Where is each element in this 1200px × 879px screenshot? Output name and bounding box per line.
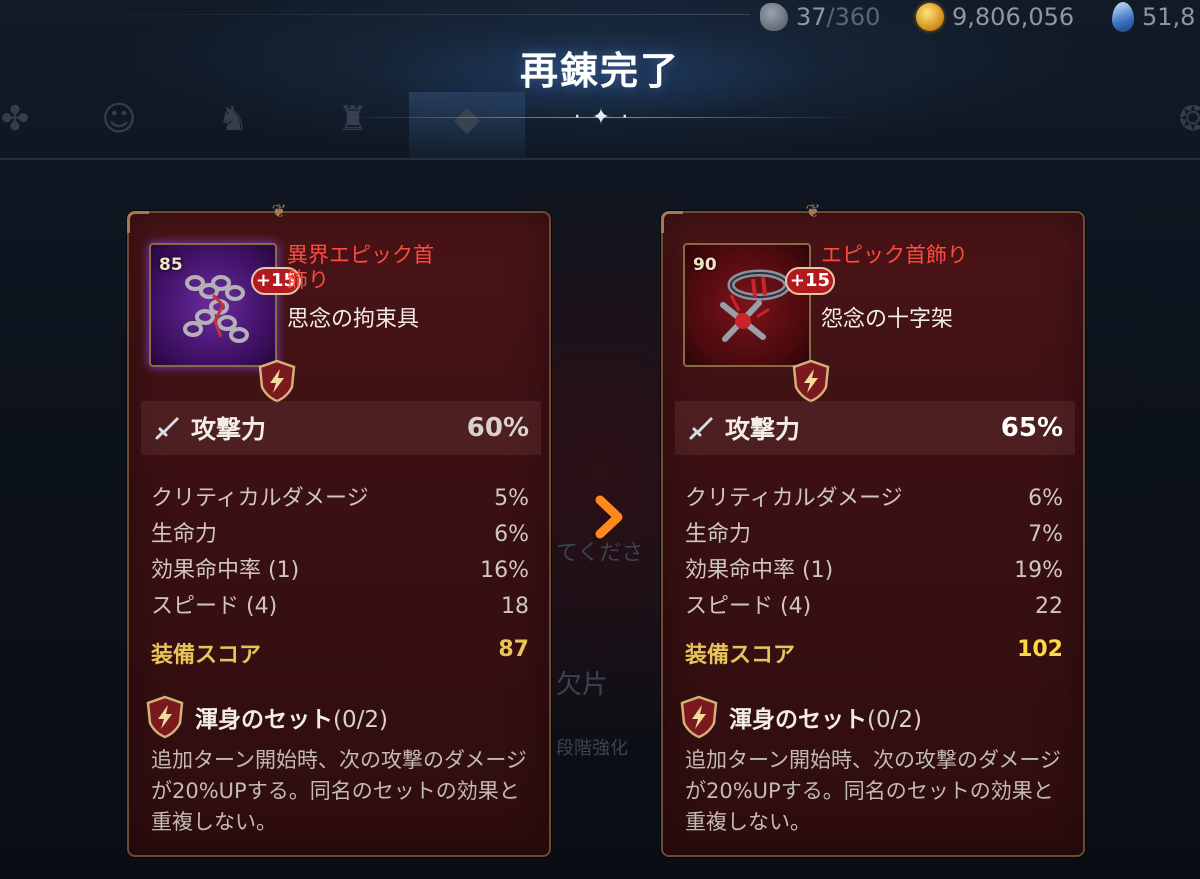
substat-value: 19%	[1014, 558, 1063, 583]
bg-shard-text: 欠片	[556, 670, 609, 700]
card-crest-ornament: ❦	[271, 201, 287, 222]
item-icon[interactable]: 90 +15	[683, 243, 835, 403]
item-icon[interactable]: 85 +15	[149, 243, 301, 403]
gold-counter[interactable]: 9,806,056	[916, 2, 1074, 32]
bg-category-icon: ❂	[1178, 99, 1200, 139]
main-stat-row: 攻撃力 60%	[141, 401, 541, 455]
set-effect-header: 渾身のセット(0/2)	[679, 695, 922, 739]
main-stat-label: 攻撃力	[191, 415, 267, 444]
score-label: 装備スコア	[685, 643, 796, 668]
gold-value: 9,806,056	[952, 3, 1075, 31]
substat-list: クリティカルダメージ 5% 生命力 6% 効果命中率 (1) 16% スピード (4)…	[151, 481, 529, 625]
item-rarity: エピック首飾り	[821, 243, 968, 267]
substat-list: クリティカルダメージ 6% 生命力 7% 効果命中率 (1) 19% スピード (4)…	[685, 481, 1063, 625]
substat-label: 生命力	[685, 522, 752, 547]
crystal-value: 51,8	[1142, 3, 1196, 31]
card-corner-ornament	[661, 211, 683, 233]
cross-necklace-icon	[720, 269, 791, 342]
substat-row: クリティカルダメージ 5%	[151, 481, 529, 517]
substat-value: 5%	[494, 486, 529, 511]
item-name: 怨念の十字架	[821, 307, 954, 332]
substat-row: スピード (4) 22	[685, 589, 1063, 625]
top-divider	[0, 14, 750, 15]
bg-enhance-text: 段階強化	[556, 738, 628, 759]
gold-coin-icon	[916, 3, 944, 31]
substat-row: 生命力 7%	[685, 517, 1063, 553]
score-value: 102	[1017, 637, 1063, 662]
crystal-icon	[1112, 2, 1134, 32]
sword-icon	[689, 417, 713, 440]
substat-value: 16%	[480, 558, 529, 583]
sparkle-icon: · ✦ ·	[573, 105, 631, 130]
stamina-counter[interactable]: 37/360	[760, 2, 880, 32]
bg-divider	[0, 158, 1200, 160]
set-effect-header: 渾身のセット(0/2)	[145, 695, 388, 739]
score-value: 87	[498, 637, 529, 662]
set-count: (0/2)	[333, 707, 388, 733]
game-scene: 37/360 9,806,056 51,8 ✤ ☺ ♞ ♜ ◆ ❂ てくださ 欠…	[0, 0, 1200, 879]
main-stat-value: 65%	[1000, 413, 1063, 443]
substat-label: スピード (4)	[685, 594, 812, 619]
bg-face-icon: ☺	[101, 99, 137, 139]
main-stat-value: 60%	[466, 413, 529, 443]
substat-label: クリティカルダメージ	[151, 486, 369, 511]
substat-label: 効果命中率 (1)	[151, 558, 300, 583]
substat-label: スピード (4)	[151, 594, 278, 619]
substat-row: 効果命中率 (1) 16%	[151, 553, 529, 589]
stamina-max: /360	[826, 3, 881, 31]
sword-icon	[155, 417, 179, 440]
lightning-shield-icon	[146, 695, 184, 739]
substat-row: クリティカルダメージ 6%	[685, 481, 1063, 517]
substat-label: 効果命中率 (1)	[685, 558, 834, 583]
substat-row: スピード (4) 18	[151, 589, 529, 625]
set-description: 追加ターン開始時、次の攻撃のダメージが20%UPする。同名のセットの効果と重複し…	[685, 748, 1061, 834]
card-corner-ornament	[127, 211, 149, 233]
equipment-score-row: 装備スコア 87	[151, 637, 529, 669]
bg-category-icon: ✤	[0, 99, 30, 139]
equipment-card-before: ❦ 85 +15 異界エピック首飾り 思念の拘束具 攻撃力 60% クリティカル…	[127, 201, 551, 857]
crystal-counter[interactable]: 51,8	[1112, 2, 1195, 32]
lightning-shield-icon	[258, 359, 296, 403]
stamina-icon	[760, 3, 788, 31]
lightning-shield-icon	[680, 695, 718, 739]
set-name: 渾身のセット	[729, 707, 867, 733]
substat-row: 効果命中率 (1) 19%	[685, 553, 1063, 589]
main-stat-label: 攻撃力	[725, 415, 801, 444]
page-title: 再錬完了	[519, 49, 680, 93]
set-description: 追加ターン開始時、次の攻撃のダメージが20%UPする。同名のセットの効果と重複し…	[151, 748, 527, 834]
substat-value: 6%	[1028, 486, 1063, 511]
equipment-card-after: ❦ 90 +15 エピック首飾り 怨念の十字架 攻撃力 65% クリティカルダメ…	[661, 201, 1085, 857]
lightning-shield-icon	[792, 359, 830, 403]
score-label: 装備スコア	[151, 643, 262, 668]
set-count: (0/2)	[867, 707, 922, 733]
main-stat-row: 攻撃力 65%	[675, 401, 1075, 455]
substat-value: 22	[1035, 594, 1063, 619]
substat-value: 18	[501, 594, 529, 619]
substat-label: クリティカルダメージ	[685, 486, 903, 511]
substat-value: 6%	[494, 522, 529, 547]
substat-label: 生命力	[151, 522, 218, 547]
equipment-score-row: 装備スコア 102	[685, 637, 1063, 669]
stamina-value: 37	[796, 3, 827, 31]
chain-necklace-icon	[183, 275, 249, 343]
chevron-right-icon	[595, 495, 623, 539]
substat-value: 7%	[1028, 522, 1063, 547]
item-rarity: 異界エピック首飾り	[287, 243, 434, 292]
substat-row: 生命力 6%	[151, 517, 529, 553]
bg-beast-icon: ♞	[217, 99, 249, 139]
item-name: 思念の拘束具	[287, 307, 420, 332]
set-name: 渾身のセット	[195, 707, 333, 733]
enhance-badge: +15	[785, 267, 835, 295]
currency-bar: 37/360 9,806,056 51,8	[0, 0, 1200, 34]
card-crest-ornament: ❦	[805, 201, 821, 222]
